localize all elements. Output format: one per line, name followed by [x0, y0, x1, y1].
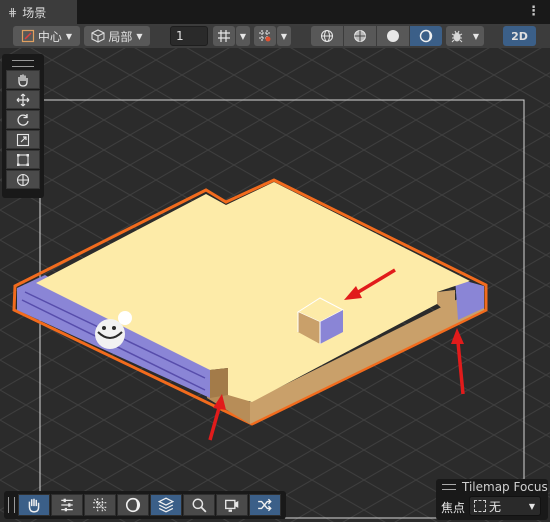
chevron-down-icon: ▼ — [136, 31, 143, 41]
grid-snapping-button[interactable] — [254, 26, 276, 46]
focus-dropdown[interactable]: 无 ▼ — [469, 496, 541, 516]
grid-snap-icon — [218, 30, 230, 42]
cube-icon — [91, 29, 105, 43]
more-options-icon[interactable]: ⋮ — [527, 3, 540, 21]
pivot-dropdown[interactable]: 中心 ▼ — [13, 26, 80, 46]
chevron-down-icon: ▼ — [472, 31, 480, 41]
tab-scene[interactable]: ⋕ 场景 — [0, 0, 77, 24]
rotate-tool-button[interactable] — [6, 110, 40, 129]
drag-handle-icon — [442, 484, 456, 490]
shaded-wireframe-icon — [354, 30, 366, 42]
rect-tool-button[interactable] — [6, 150, 40, 169]
scene-view[interactable] — [0, 48, 550, 522]
wireframe-sphere-icon — [320, 29, 334, 43]
shaded-sphere-icon — [387, 30, 399, 42]
camera-icon — [225, 499, 239, 512]
transform-tool-button[interactable] — [6, 170, 40, 189]
scale-icon — [16, 133, 30, 146]
tile-settings-button[interactable] — [51, 494, 83, 516]
sliders-icon — [61, 498, 73, 512]
chevron-down-icon: ▼ — [239, 31, 247, 41]
grid-select-button[interactable] — [84, 494, 116, 516]
tools-overlay — [2, 54, 44, 198]
drag-handle-icon[interactable] — [8, 497, 15, 513]
half-moon-icon — [419, 29, 433, 43]
chevron-down-icon: ▼ — [65, 31, 73, 41]
grid-snapping-icon — [259, 30, 271, 42]
search-button[interactable] — [183, 494, 215, 516]
camera-button[interactable] — [216, 494, 248, 516]
toggle-2d-label: 2D — [511, 29, 528, 43]
debug-draw-dropdown[interactable]: ▼ — [468, 26, 484, 46]
focus-label: 焦点 — [441, 501, 466, 515]
tilemap-focus-title: Tilemap Focus — [462, 480, 548, 494]
snap-increment-button[interactable] — [213, 26, 235, 46]
chevron-down-icon: ▼ — [528, 501, 535, 511]
unlit-view-button[interactable] — [117, 494, 149, 516]
scale-tool-button[interactable] — [6, 130, 40, 149]
bug-icon — [451, 30, 463, 43]
shuffle-icon — [258, 498, 272, 512]
chevron-down-icon: ▼ — [280, 31, 288, 41]
pivot-label: 中心 — [37, 29, 62, 44]
snap-increment-dropdown[interactable]: ▼ — [236, 26, 250, 46]
grid-snapping-dropdown[interactable]: ▼ — [277, 26, 291, 46]
scene-toolbar: 中心 ▼ 局部 ▼ 1 ▼ ▼ ▼ 2D — [0, 24, 550, 49]
rotate-icon — [17, 113, 29, 126]
shaded-button[interactable] — [377, 26, 409, 46]
wireframe-shading-button[interactable] — [311, 26, 343, 46]
half-moon-icon — [125, 497, 141, 513]
move-icon — [16, 93, 30, 106]
unlit-shading-button[interactable] — [410, 26, 442, 46]
move-tool-button[interactable] — [6, 90, 40, 109]
hand-icon — [28, 498, 40, 513]
tilemap-focus-panel: Tilemap Focus 焦点 无 ▼ — [436, 479, 548, 520]
scene-canvas[interactable] — [0, 48, 550, 522]
shaded-wireframe-button[interactable] — [344, 26, 376, 46]
tilemap-focus-header[interactable]: Tilemap Focus — [442, 480, 548, 494]
shuffle-button[interactable] — [249, 494, 281, 516]
toggle-2d-button[interactable]: 2D — [503, 26, 536, 46]
snap-value-input[interactable]: 1 — [170, 26, 208, 46]
drag-handle-icon[interactable] — [12, 60, 34, 67]
select-tool-button[interactable] — [18, 494, 50, 516]
pivot-icon — [21, 29, 35, 43]
tab-scene-label: 场景 — [22, 5, 47, 20]
tile-palette-toolbar — [4, 491, 286, 519]
grid-lines-icon — [93, 498, 107, 512]
snap-value: 1 — [176, 29, 184, 43]
space-label: 局部 — [108, 29, 133, 44]
selection-icon — [474, 500, 486, 512]
layers-icon — [158, 497, 174, 513]
tab-bar: ⋕ 场景 ⋮ — [0, 0, 550, 24]
hand-icon — [18, 74, 28, 87]
transform-icon — [16, 173, 30, 186]
search-icon — [192, 498, 207, 513]
layers-button[interactable] — [150, 494, 182, 516]
rect-transform-icon — [17, 153, 29, 166]
focus-value: 无 — [489, 499, 502, 514]
grid-icon: ⋕ — [8, 5, 18, 19]
hand-tool-button[interactable] — [6, 70, 40, 89]
debug-draw-button[interactable] — [446, 26, 468, 46]
space-dropdown[interactable]: 局部 ▼ — [84, 26, 150, 46]
